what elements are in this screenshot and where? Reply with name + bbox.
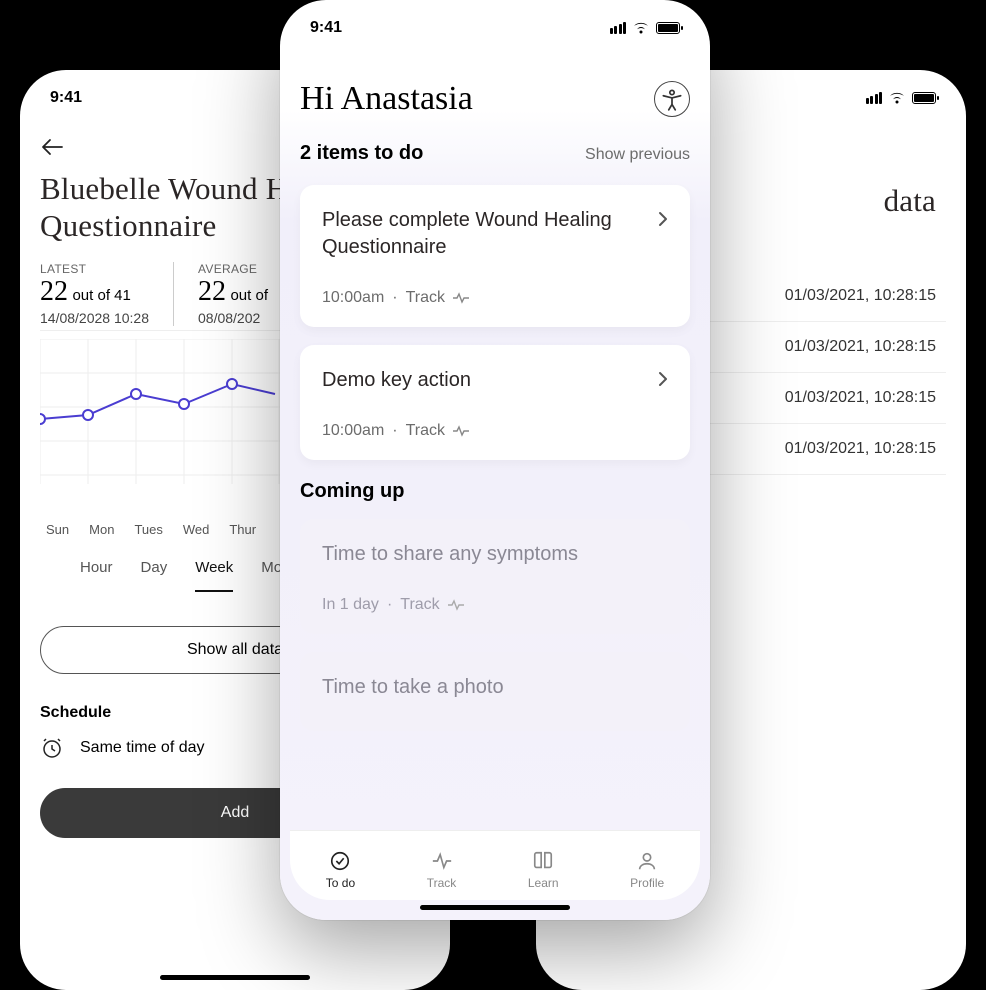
todo-card[interactable]: Demo key action 10:00am · Track: [300, 345, 690, 460]
schedule-text: Same time of day: [80, 739, 205, 757]
tab-week[interactable]: Week: [195, 559, 233, 592]
pulse-icon: [453, 292, 469, 304]
todo-count: 2 items to do: [300, 142, 423, 165]
wifi-icon: [632, 21, 650, 35]
card-meta: 10:00am · Track: [322, 422, 668, 440]
signal-icon: [610, 22, 627, 34]
todo-card[interactable]: Please complete Wound Healing Questionna…: [300, 185, 690, 327]
tab-label: Profile: [630, 876, 664, 890]
tab-learn[interactable]: Learn: [528, 850, 559, 890]
accessibility-icon[interactable]: [654, 81, 690, 117]
status-icons: [610, 21, 681, 35]
wifi-icon: [888, 91, 906, 105]
greeting: Hi Anastasia: [300, 80, 473, 118]
status-bar: 9:41: [310, 4, 680, 52]
home-indicator: [420, 905, 570, 910]
status-time: 9:41: [310, 19, 342, 37]
stat-average: AVERAGE 22 out of 08/08/202: [198, 262, 292, 326]
pulse-icon: [453, 425, 469, 437]
tab-label: Learn: [528, 876, 559, 890]
coming-up-label: Coming up: [300, 480, 690, 503]
stat-latest: LATEST 22 out of 41 14/08/2028 10:28: [40, 262, 174, 326]
show-previous-link[interactable]: Show previous: [585, 146, 690, 164]
card-title: Demo key action: [322, 367, 471, 394]
tab-hour[interactable]: Hour: [80, 559, 113, 592]
card-meta: 10:00am · Track: [322, 289, 668, 307]
battery-icon: [912, 92, 936, 104]
card-meta: In 1 day · Track: [322, 596, 668, 614]
clock-icon: [40, 736, 64, 760]
pulse-icon: [448, 599, 464, 611]
tab-track[interactable]: Track: [427, 850, 457, 890]
status-time: 9:41: [50, 89, 82, 107]
tab-todo[interactable]: To do: [326, 850, 355, 890]
chevron-right-icon: [658, 211, 668, 232]
tab-label: Track: [427, 876, 457, 890]
card-title: Time to share any symptoms: [322, 541, 668, 568]
home-indicator: [160, 975, 310, 980]
tab-profile[interactable]: Profile: [630, 850, 664, 890]
tab-day[interactable]: Day: [141, 559, 168, 592]
tab-month[interactable]: Mo: [261, 559, 282, 592]
card-title: Time to take a photo: [322, 674, 668, 701]
status-icons: [866, 91, 937, 105]
phone-home: 9:41 Hi Anastasia 2 items to do Show pre…: [280, 0, 710, 920]
chevron-right-icon: [658, 371, 668, 392]
tab-label: To do: [326, 876, 355, 890]
battery-icon: [656, 22, 680, 34]
upcoming-card[interactable]: Time to share any symptoms In 1 day · Tr…: [300, 519, 690, 634]
card-title: Please complete Wound Healing Questionna…: [322, 207, 658, 261]
tab-bar: To do Track Learn Profile: [290, 830, 700, 900]
upcoming-card[interactable]: Time to take a photo: [300, 652, 690, 731]
signal-icon: [866, 92, 883, 104]
